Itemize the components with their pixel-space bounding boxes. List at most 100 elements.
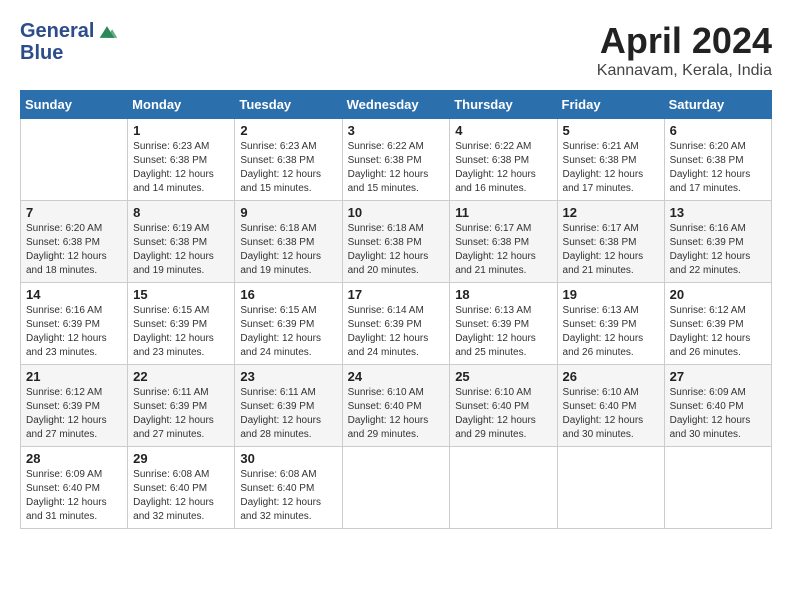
day-cell: 17Sunrise: 6:14 AM Sunset: 6:39 PM Dayli… <box>342 283 450 365</box>
day-info: Sunrise: 6:19 AM Sunset: 6:38 PM Dayligh… <box>133 222 229 278</box>
page-header: General Blue April 2024 Kannavam, Kerala… <box>20 20 772 80</box>
day-info: Sunrise: 6:11 AM Sunset: 6:39 PM Dayligh… <box>133 386 229 442</box>
logo-text: General <box>20 20 118 42</box>
day-info: Sunrise: 6:10 AM Sunset: 6:40 PM Dayligh… <box>455 386 551 442</box>
day-cell <box>342 447 450 529</box>
day-info: Sunrise: 6:22 AM Sunset: 6:38 PM Dayligh… <box>455 140 551 196</box>
day-number: 7 <box>26 205 122 220</box>
day-number: 20 <box>670 287 766 302</box>
day-info: Sunrise: 6:10 AM Sunset: 6:40 PM Dayligh… <box>348 386 445 442</box>
day-cell: 24 Sunrise: 6:10 AM Sunset: 6:40 PM Dayli… <box>342 365 450 447</box>
day-cell: 14Sunrise: 6:16 AM Sunset: 6:39 PM Dayli… <box>21 283 128 365</box>
day-cell: 2Sunrise: 6:23 AM Sunset: 6:38 PM Daylig… <box>235 119 342 201</box>
day-cell <box>557 447 664 529</box>
day-cell: 23 Sunrise: 6:11 AM Sunset: 6:39 PM Dayli… <box>235 365 342 447</box>
calendar-table: SundayMondayTuesdayWednesdayThursdayFrid… <box>20 90 772 529</box>
day-cell: 7 Sunrise: 6:20 AM Sunset: 6:38 PM Daylig… <box>21 201 128 283</box>
day-number: 5 <box>563 123 659 138</box>
day-cell: 21 Sunrise: 6:12 AM Sunset: 6:39 PM Dayli… <box>21 365 128 447</box>
day-number: 16 <box>240 287 336 302</box>
day-cell: 16 Sunrise: 6:15 AM Sunset: 6:39 PM Dayli… <box>235 283 342 365</box>
location: Kannavam, Kerala, India <box>597 62 772 80</box>
day-info: Sunrise: 6:17 AM Sunset: 6:38 PM Dayligh… <box>563 222 659 278</box>
day-info: Sunrise: 6:08 AM Sunset: 6:40 PM Dayligh… <box>133 468 229 524</box>
col-header-friday: Friday <box>557 91 664 119</box>
day-cell: 22 Sunrise: 6:11 AM Sunset: 6:39 PM Dayli… <box>128 365 235 447</box>
day-number: 12 <box>563 205 659 220</box>
day-number: 30 <box>240 451 336 466</box>
day-info: Sunrise: 6:11 AM Sunset: 6:39 PM Dayligh… <box>240 386 336 442</box>
day-number: 24 <box>348 369 445 384</box>
day-cell: 15Sunrise: 6:15 AM Sunset: 6:39 PM Dayli… <box>128 283 235 365</box>
day-cell: 28 Sunrise: 6:09 AM Sunset: 6:40 PM Dayli… <box>21 447 128 529</box>
day-cell: 1 Sunrise: 6:23 AM Sunset: 6:38 PM Daylig… <box>128 119 235 201</box>
col-header-wednesday: Wednesday <box>342 91 450 119</box>
day-info: Sunrise: 6:18 AM Sunset: 6:38 PM Dayligh… <box>240 222 336 278</box>
day-info: Sunrise: 6:21 AM Sunset: 6:38 PM Dayligh… <box>563 140 659 196</box>
day-cell: 25 Sunrise: 6:10 AM Sunset: 6:40 PM Dayli… <box>450 365 557 447</box>
week-row-4: 21 Sunrise: 6:12 AM Sunset: 6:39 PM Dayli… <box>21 365 772 447</box>
week-row-1: 1 Sunrise: 6:23 AM Sunset: 6:38 PM Daylig… <box>21 119 772 201</box>
day-cell: 29 Sunrise: 6:08 AM Sunset: 6:40 PM Dayli… <box>128 447 235 529</box>
day-number: 6 <box>670 123 766 138</box>
day-number: 9 <box>240 205 336 220</box>
day-cell <box>450 447 557 529</box>
day-number: 10 <box>348 205 445 220</box>
day-number: 1 <box>133 123 229 138</box>
logo-blue: Blue <box>20 42 118 64</box>
day-info: Sunrise: 6:17 AM Sunset: 6:38 PM Dayligh… <box>455 222 551 278</box>
day-number: 8 <box>133 205 229 220</box>
col-header-tuesday: Tuesday <box>235 91 342 119</box>
day-number: 29 <box>133 451 229 466</box>
day-number: 22 <box>133 369 229 384</box>
week-row-3: 14Sunrise: 6:16 AM Sunset: 6:39 PM Dayli… <box>21 283 772 365</box>
day-number: 13 <box>670 205 766 220</box>
day-info: Sunrise: 6:16 AM Sunset: 6:39 PM Dayligh… <box>670 222 766 278</box>
day-cell: 13 Sunrise: 6:16 AM Sunset: 6:39 PM Dayli… <box>664 201 771 283</box>
day-number: 4 <box>455 123 551 138</box>
day-cell: 30 Sunrise: 6:08 AM Sunset: 6:40 PM Dayli… <box>235 447 342 529</box>
day-info: Sunrise: 6:15 AM Sunset: 6:39 PM Dayligh… <box>240 304 336 360</box>
col-header-thursday: Thursday <box>450 91 557 119</box>
col-header-monday: Monday <box>128 91 235 119</box>
day-cell: 10Sunrise: 6:18 AM Sunset: 6:38 PM Dayli… <box>342 201 450 283</box>
day-info: Sunrise: 6:12 AM Sunset: 6:39 PM Dayligh… <box>26 386 122 442</box>
day-info: Sunrise: 6:13 AM Sunset: 6:39 PM Dayligh… <box>563 304 659 360</box>
title-block: April 2024 Kannavam, Kerala, India <box>597 20 772 80</box>
day-cell: 18 Sunrise: 6:13 AM Sunset: 6:39 PM Dayli… <box>450 283 557 365</box>
col-header-sunday: Sunday <box>21 91 128 119</box>
day-info: Sunrise: 6:08 AM Sunset: 6:40 PM Dayligh… <box>240 468 336 524</box>
day-info: Sunrise: 6:13 AM Sunset: 6:39 PM Dayligh… <box>455 304 551 360</box>
day-cell: 9 Sunrise: 6:18 AM Sunset: 6:38 PM Daylig… <box>235 201 342 283</box>
day-info: Sunrise: 6:23 AM Sunset: 6:38 PM Dayligh… <box>240 140 336 196</box>
day-cell: 26Sunrise: 6:10 AM Sunset: 6:40 PM Dayli… <box>557 365 664 447</box>
day-cell <box>664 447 771 529</box>
day-number: 19 <box>563 287 659 302</box>
day-number: 28 <box>26 451 122 466</box>
day-number: 3 <box>348 123 445 138</box>
day-info: Sunrise: 6:14 AM Sunset: 6:39 PM Dayligh… <box>348 304 445 360</box>
day-number: 18 <box>455 287 551 302</box>
day-info: Sunrise: 6:20 AM Sunset: 6:38 PM Dayligh… <box>670 140 766 196</box>
logo: General Blue <box>20 20 118 64</box>
week-row-5: 28 Sunrise: 6:09 AM Sunset: 6:40 PM Dayli… <box>21 447 772 529</box>
day-info: Sunrise: 6:23 AM Sunset: 6:38 PM Dayligh… <box>133 140 229 196</box>
day-info: Sunrise: 6:20 AM Sunset: 6:38 PM Dayligh… <box>26 222 122 278</box>
day-cell: 3 Sunrise: 6:22 AM Sunset: 6:38 PM Daylig… <box>342 119 450 201</box>
day-cell: 8 Sunrise: 6:19 AM Sunset: 6:38 PM Daylig… <box>128 201 235 283</box>
week-row-2: 7 Sunrise: 6:20 AM Sunset: 6:38 PM Daylig… <box>21 201 772 283</box>
day-info: Sunrise: 6:16 AM Sunset: 6:39 PM Dayligh… <box>26 304 122 360</box>
day-number: 15 <box>133 287 229 302</box>
day-cell: 19 Sunrise: 6:13 AM Sunset: 6:39 PM Dayli… <box>557 283 664 365</box>
day-cell: 4 Sunrise: 6:22 AM Sunset: 6:38 PM Daylig… <box>450 119 557 201</box>
day-number: 21 <box>26 369 122 384</box>
day-cell: 11Sunrise: 6:17 AM Sunset: 6:38 PM Dayli… <box>450 201 557 283</box>
day-info: Sunrise: 6:09 AM Sunset: 6:40 PM Dayligh… <box>26 468 122 524</box>
day-number: 23 <box>240 369 336 384</box>
day-info: Sunrise: 6:12 AM Sunset: 6:39 PM Dayligh… <box>670 304 766 360</box>
month-title: April 2024 <box>597 20 772 62</box>
day-info: Sunrise: 6:10 AM Sunset: 6:40 PM Dayligh… <box>563 386 659 442</box>
day-info: Sunrise: 6:22 AM Sunset: 6:38 PM Dayligh… <box>348 140 445 196</box>
col-header-saturday: Saturday <box>664 91 771 119</box>
day-number: 25 <box>455 369 551 384</box>
